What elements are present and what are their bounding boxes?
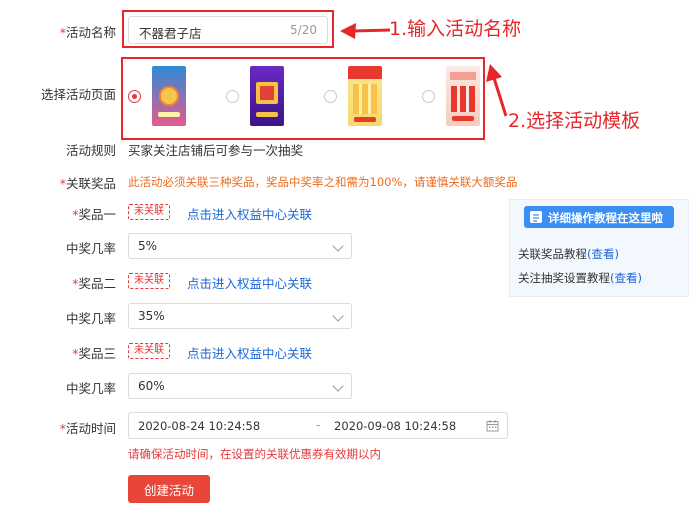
prize1-status-badge: 未关联 bbox=[128, 204, 170, 220]
prize3-link[interactable]: 点击进入权益中心关联 bbox=[187, 343, 312, 362]
prize2-rate-label: 中奖几率 bbox=[65, 311, 116, 326]
prizes-label: *关联奖品 bbox=[59, 176, 116, 191]
chevron-down-icon bbox=[332, 240, 344, 252]
rules-text: 买家关注店铺后可参与一次抽奖 bbox=[128, 143, 304, 158]
prize2-label: *奖品二 bbox=[72, 276, 116, 291]
help-line-2-text: 关注抽奖设置教程 bbox=[518, 271, 610, 285]
prize1-label: *奖品一 bbox=[72, 207, 116, 222]
help-line-1: 关联奖品教程(查看) bbox=[518, 246, 619, 262]
chevron-down-icon bbox=[332, 380, 344, 392]
prize2-status-badge: 未关联 bbox=[128, 273, 170, 289]
date-range-picker[interactable]: 2020-08-24 10:24:58 - 2020-09-08 10:24:5… bbox=[128, 412, 508, 439]
help-line-2-link[interactable]: (查看) bbox=[610, 271, 642, 285]
time-end[interactable]: 2020-09-08 10:24:58 bbox=[334, 419, 456, 433]
prize3-rate-value: 60% bbox=[138, 379, 165, 393]
annotation-step1: 1.输入活动名称 bbox=[389, 18, 522, 40]
prize3-label: *奖品三 bbox=[72, 346, 116, 361]
prize2-rate-value: 35% bbox=[138, 309, 165, 323]
prizes-warning: 此活动必须关联三种奖品，奖品中奖率之和需为100%，请谨慎关联大额奖品 bbox=[128, 175, 518, 189]
prize3-rate-label: 中奖几率 bbox=[65, 381, 116, 396]
prize1-link[interactable]: 点击进入权益中心关联 bbox=[187, 204, 312, 223]
prize2-rate-select[interactable]: 35% bbox=[128, 303, 352, 329]
annotation-box-name bbox=[122, 10, 334, 48]
help-line-1-text: 关联奖品教程 bbox=[518, 247, 587, 261]
template-radio-3[interactable] bbox=[324, 90, 337, 103]
document-icon bbox=[530, 211, 542, 223]
template-radio-1[interactable] bbox=[128, 90, 141, 103]
help-line-2: 关注抽奖设置教程(查看) bbox=[518, 270, 642, 286]
help-panel: 详细操作教程在这里啦 关联奖品教程(查看) 关注抽奖设置教程(查看) bbox=[509, 199, 689, 297]
help-line-1-link[interactable]: (查看) bbox=[587, 247, 619, 261]
template-radio-2[interactable] bbox=[226, 90, 239, 103]
create-activity-button[interactable]: 创建活动 bbox=[128, 475, 210, 503]
calendar-icon[interactable] bbox=[486, 419, 499, 432]
template-thumbnail-2[interactable] bbox=[250, 66, 284, 126]
prize3-rate-select[interactable]: 60% bbox=[128, 373, 352, 399]
prize2-link[interactable]: 点击进入权益中心关联 bbox=[187, 273, 312, 292]
help-panel-title: 详细操作教程在这里啦 bbox=[548, 211, 663, 225]
rules-label: 活动规则 bbox=[65, 143, 116, 158]
chevron-down-icon bbox=[332, 310, 344, 322]
template-radio-4[interactable] bbox=[422, 90, 435, 103]
time-label: *活动时间 bbox=[59, 421, 116, 436]
template-thumbnail-1[interactable] bbox=[152, 66, 186, 126]
time-hint: 请确保活动时间，在设置的关联优惠券有效期以内 bbox=[128, 447, 381, 461]
page-select-label: 选择活动页面 bbox=[40, 87, 116, 102]
activity-name-label: *活动名称 bbox=[59, 25, 116, 40]
template-thumbnail-3[interactable] bbox=[348, 66, 382, 126]
time-separator: - bbox=[316, 418, 321, 432]
help-panel-header: 详细操作教程在这里啦 bbox=[524, 206, 674, 228]
prize1-rate-value: 5% bbox=[138, 239, 158, 253]
time-start[interactable]: 2020-08-24 10:24:58 bbox=[138, 419, 260, 433]
prize1-rate-select[interactable]: 5% bbox=[128, 233, 352, 259]
prize3-status-badge: 未关联 bbox=[128, 343, 170, 359]
annotation-arrow-left-icon bbox=[340, 23, 391, 39]
annotation-step2: 2.选择活动模板 bbox=[508, 110, 641, 132]
prize1-rate-label: 中奖几率 bbox=[65, 241, 116, 256]
template-thumbnail-4[interactable] bbox=[446, 66, 480, 126]
